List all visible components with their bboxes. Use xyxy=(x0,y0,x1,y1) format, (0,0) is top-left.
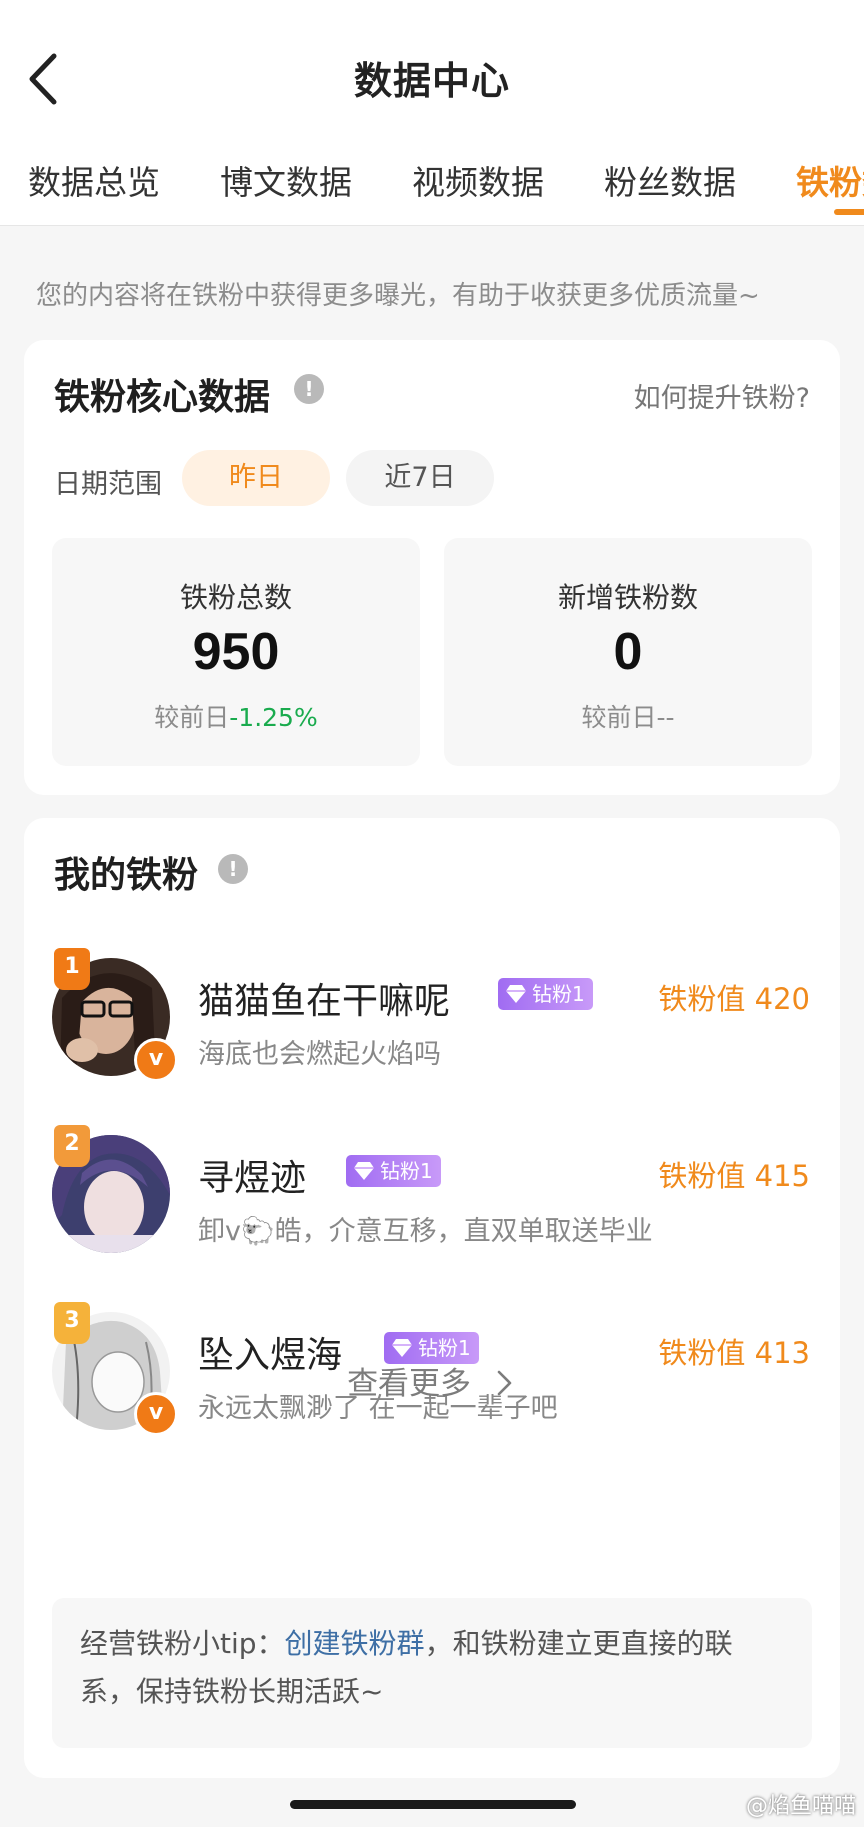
diamond-level-badge: 钻粉1 xyxy=(346,1155,441,1187)
stat-value: 950 xyxy=(192,623,280,681)
badge-label: 钻粉1 xyxy=(532,982,585,1006)
stat-label: 新增铁粉数 xyxy=(557,581,698,614)
rank-badge: 1 xyxy=(54,948,90,990)
fan-list-item[interactable]: 1 v 猫猫鱼在干嘛呢 钻粉1 铁粉值 420 海底也会燃起火焰吗 xyxy=(24,948,840,1082)
comparison-change: -1.25% xyxy=(229,703,318,732)
date-option-yesterday[interactable]: 昨日 xyxy=(182,450,330,506)
fan-bio: 卸v🐑皓，介意互移，直双单取送毕业 xyxy=(198,1216,653,1247)
iron-fan-value: 铁粉值 420 xyxy=(658,982,810,1016)
badge-label: 钻粉1 xyxy=(380,1159,433,1183)
diamond-icon xyxy=(392,1339,412,1357)
iron-fan-value: 铁粉值 415 xyxy=(658,1159,810,1193)
view-more-label: 查看更多 xyxy=(347,1366,472,1402)
how-to-improve-link[interactable]: 如何提升铁粉? xyxy=(634,376,810,415)
tab-overview[interactable]: 数据总览 xyxy=(28,156,160,204)
watermark: @焰鱼喵喵 xyxy=(745,1794,856,1819)
comparison-change: -- xyxy=(656,703,675,732)
new-iron-fans-stat: 新增铁粉数 0 较前日-- xyxy=(444,538,812,766)
tab-bar: 数据总览 博文数据 视频数据 粉丝数据 铁粉数据 xyxy=(0,150,864,225)
fan-list-item[interactable]: 2 寻煜迹 钻粉1 铁粉值 415 卸v🐑皓，介意互移，直双单取送毕业 xyxy=(24,1125,840,1255)
stat-comparison: 较前日-1.25% xyxy=(52,698,420,734)
my-iron-fans-title: 我的铁粉 xyxy=(54,855,199,896)
stat-comparison: 较前日-- xyxy=(444,698,812,734)
view-more-button[interactable]: 查看更多 xyxy=(24,1358,840,1403)
home-indicator[interactable] xyxy=(290,1800,576,1809)
tab-video-data[interactable]: 视频数据 xyxy=(412,156,544,204)
top-navigation-bar: 数据中心 数据总览 博文数据 视频数据 粉丝数据 铁粉数据 xyxy=(0,0,864,226)
fan-name[interactable]: 猫猫鱼在干嘛呢 xyxy=(198,972,450,1024)
tip-prefix: 经营铁粉小tip： xyxy=(80,1627,285,1660)
operation-tip-box: 经营铁粉小tip：创建铁粉群，和铁粉建立更直接的联系，保持铁粉长期活跃~ xyxy=(52,1598,812,1748)
comparison-prefix: 较前日 xyxy=(154,703,230,732)
diamond-icon xyxy=(354,1162,374,1180)
date-option-7-days[interactable]: 近7日 xyxy=(346,450,494,506)
chevron-right-icon xyxy=(497,1370,512,1396)
tab-fan-data[interactable]: 粉丝数据 xyxy=(604,156,736,204)
tab-post-data[interactable]: 博文数据 xyxy=(220,156,352,204)
iron-fan-core-data-card: 铁粉核心数据 ! 如何提升铁粉? 日期范围 昨日 近7日 铁粉总数 950 较前… xyxy=(24,340,840,795)
tab-iron-fan-data[interactable]: 铁粉数据 xyxy=(796,156,864,204)
page-title: 数据中心 xyxy=(353,59,510,103)
active-tab-indicator xyxy=(834,209,864,215)
fan-name[interactable]: 寻煜迹 xyxy=(198,1149,306,1201)
comparison-prefix: 较前日 xyxy=(581,703,657,732)
date-range-label: 日期范围 xyxy=(54,469,162,500)
stat-value: 0 xyxy=(613,623,643,681)
badge-label: 钻粉1 xyxy=(418,1336,471,1360)
info-icon[interactable]: ! xyxy=(218,854,248,884)
total-iron-fans-stat: 铁粉总数 950 较前日-1.25% xyxy=(52,538,420,766)
my-iron-fans-card: 我的铁粉 ! 1 v 猫猫鱼在干嘛呢 钻粉1 铁粉值 420 海底也会燃起火焰吗 xyxy=(24,818,840,1778)
core-data-title: 铁粉核心数据 xyxy=(54,377,271,418)
operation-tip-text: 经营铁粉小tip：创建铁粉群，和铁粉建立更直接的联系，保持铁粉长期活跃~ xyxy=(80,1620,786,1716)
create-fan-group-link[interactable]: 创建铁粉群 xyxy=(285,1627,425,1660)
stat-label: 铁粉总数 xyxy=(179,581,292,614)
rank-badge: 3 xyxy=(54,1302,90,1344)
diamond-icon xyxy=(506,985,526,1003)
exposure-notice: 您的内容将在铁粉中获得更多曝光，有助于收获更多优质流量~ xyxy=(36,281,760,311)
info-icon[interactable]: ! xyxy=(294,374,324,404)
verified-badge-icon: v xyxy=(134,1038,178,1082)
rank-badge: 2 xyxy=(54,1125,90,1167)
diamond-level-badge: 钻粉1 xyxy=(498,978,593,1010)
fan-bio: 海底也会燃起火焰吗 xyxy=(198,1039,441,1070)
